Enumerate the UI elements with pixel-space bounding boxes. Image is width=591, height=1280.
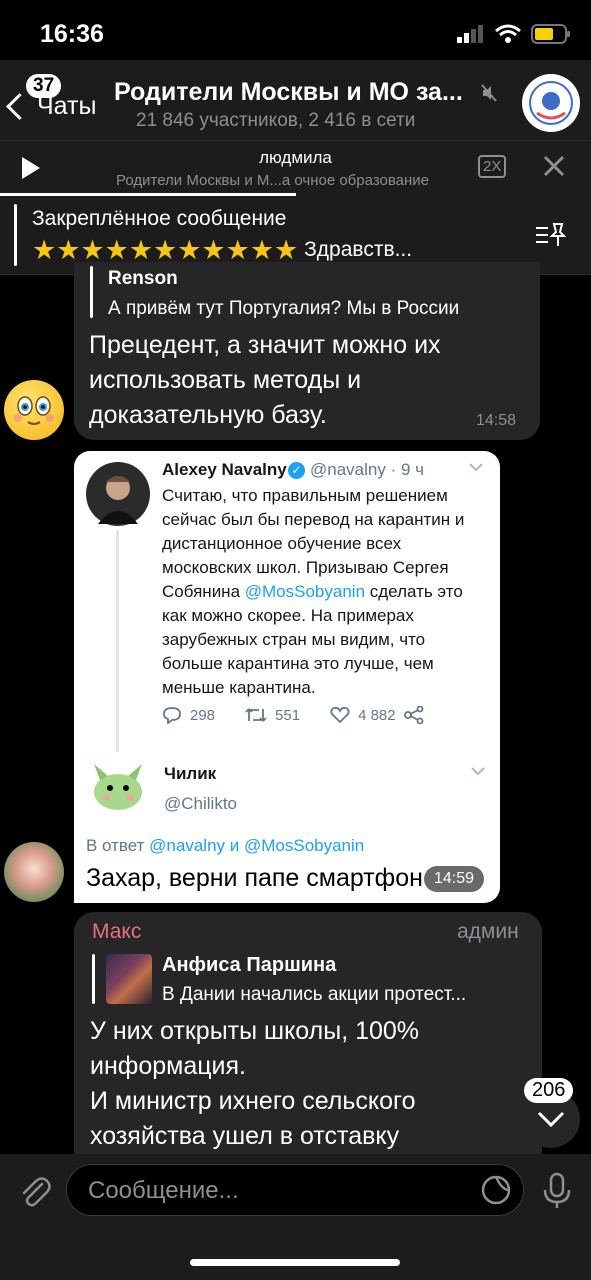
retweet-count: 551 — [275, 706, 301, 724]
unread-count-badge: 206 — [524, 1078, 574, 1103]
message-input-placeholder: Сообщение... — [88, 1177, 239, 1204]
reply-to-mention: @MosSobyanin — [243, 836, 365, 855]
chevron-down-icon — [471, 767, 485, 776]
heart-icon — [330, 706, 350, 724]
message-line: И министр ихнего сельского — [90, 1087, 416, 1115]
pinned-title: Закреплённое сообщение — [32, 207, 287, 230]
pinned-indicator — [14, 204, 17, 266]
group-logo-icon — [529, 81, 573, 125]
tweet-handle: @navalny · 9 ч — [310, 460, 424, 479]
message-time: 14:58 — [476, 412, 517, 429]
reply-to-line: В ответ @navalny и @MosSobyanin — [86, 836, 364, 856]
verified-icon: ✓ — [288, 462, 305, 479]
mute-icon — [481, 84, 497, 102]
reply-author: Анфиса Паршина — [162, 954, 337, 976]
reply-to-and: и — [225, 836, 244, 855]
reply-count: 298 — [190, 706, 216, 724]
avatar[interactable] — [4, 380, 64, 440]
status-icons — [457, 24, 571, 44]
reply-author: Renson — [108, 268, 178, 289]
tweet-actions: 298 551 4 882 — [162, 706, 424, 724]
share-icon — [403, 706, 424, 724]
reply-author-handle: @Chilikto — [164, 794, 237, 813]
unread-badge: 37 — [26, 74, 62, 98]
pinned-stars: ★★★★★★★★★★★ — [32, 235, 299, 265]
dragon-avatar-icon — [94, 764, 142, 810]
thread-line — [116, 530, 119, 752]
wifi-icon — [495, 24, 521, 43]
reply-indicator — [90, 266, 93, 318]
chevron-down-icon — [469, 463, 483, 472]
sender-role: админ — [457, 920, 519, 943]
sender-name[interactable]: Макс — [92, 920, 141, 944]
tweet-author-name: Alexey Navalny — [162, 460, 287, 479]
reply-icon — [163, 707, 181, 724]
reply-text: В Дании начались акции протест... — [162, 984, 467, 1005]
message-caption: Захар, верни папе смартфон — [86, 864, 423, 892]
person-icon — [98, 476, 138, 524]
pin-list-icon[interactable] — [534, 222, 566, 248]
chevron-down-icon — [537, 1111, 565, 1127]
like-count: 4 882 — [358, 706, 396, 724]
message-line: У них открыты школы, 100% — [90, 1017, 420, 1045]
message-line: хозяйства ушел в отставку — [90, 1122, 400, 1150]
status-time: 16:36 — [40, 20, 104, 48]
chat-subtitle: 21 846 участников, 2 416 в сети — [136, 110, 416, 131]
battery-icon — [531, 24, 570, 44]
close-icon[interactable] — [543, 155, 565, 177]
group-avatar[interactable] — [522, 74, 580, 132]
tweet-text: Считаю, что правильным решением сейчас б… — [162, 484, 484, 700]
message-time: 14:59 — [424, 866, 485, 892]
emoji-face-icon — [14, 396, 54, 425]
retweet-icon — [245, 708, 267, 722]
chat-title[interactable]: Родители Москвы и МО за... — [114, 78, 463, 107]
message-text: Прецедент, а значит можно их использоват… — [89, 331, 441, 429]
reply-to-prefix: В ответ — [86, 836, 150, 855]
tweet-retweets: 551 — [245, 707, 300, 724]
avatar[interactable] — [4, 842, 64, 902]
chevron-left-icon — [6, 93, 33, 120]
tweet-likes: 4 882 — [330, 706, 424, 724]
tweet-replies: 298 — [162, 706, 215, 724]
microphone-icon[interactable] — [541, 1172, 573, 1210]
pinned-preview-text: Здравств... — [304, 238, 413, 261]
home-indicator — [190, 1259, 400, 1266]
player-track-subtitle: Родители Москвы и М...а очное образовани… — [116, 172, 429, 189]
reply-author-name: Чилик — [164, 764, 217, 783]
tweet-mention: @MosSobyanin — [244, 582, 366, 601]
tweet-author-avatar — [86, 462, 150, 526]
reply-to-mention: @navalny — [149, 836, 226, 855]
message-line: информация. — [90, 1052, 247, 1080]
message-text: У них открыты школы, 100% информация. И … — [90, 1014, 520, 1154]
reply-thumbnail — [106, 954, 152, 1004]
reply-indicator — [92, 954, 95, 1004]
playback-speed-button[interactable]: 2X — [478, 155, 507, 178]
sticker-icon[interactable] — [480, 1174, 512, 1206]
reply-text: А привём тут Португалия? Мы в России — [108, 298, 460, 319]
attach-icon[interactable] — [18, 1174, 52, 1208]
signal-icon — [457, 25, 483, 43]
